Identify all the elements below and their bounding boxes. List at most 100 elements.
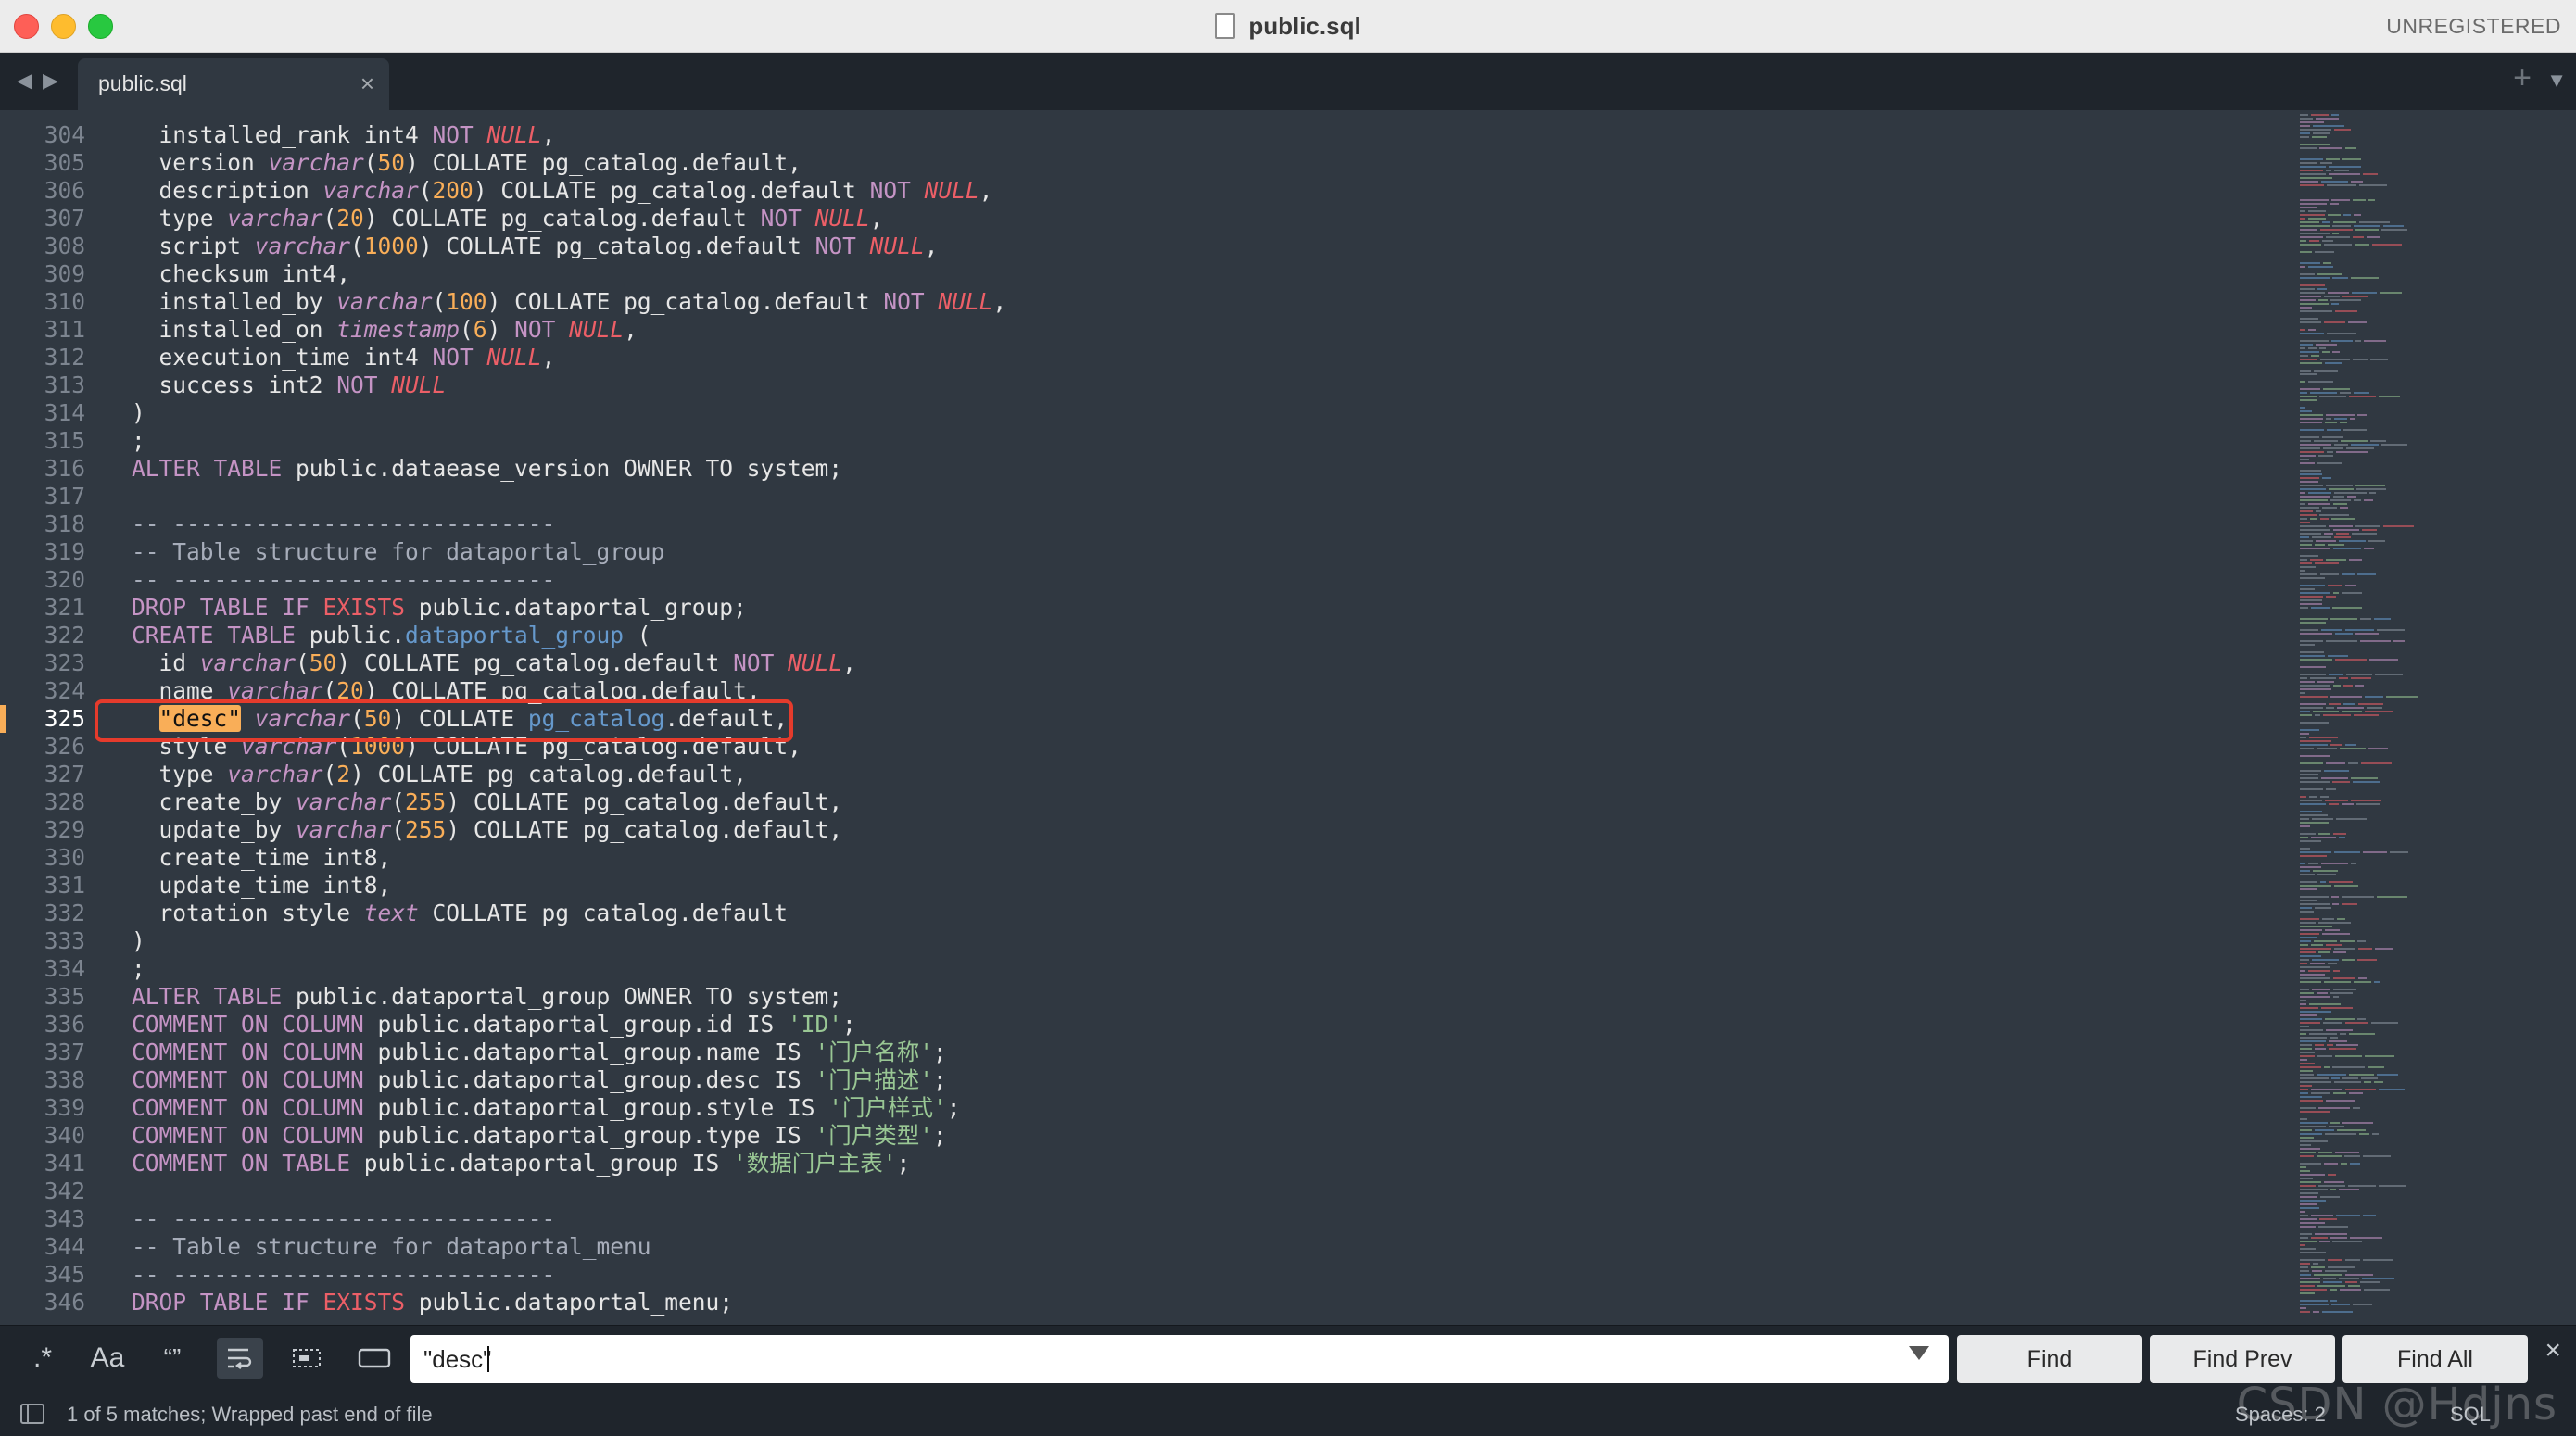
minimap-line — [2300, 455, 2316, 457]
code-line[interactable]: 331 update_time int8, — [0, 872, 2279, 900]
minimap-line — [2300, 951, 2316, 953]
minimap-line — [2300, 959, 2309, 961]
regex-toggle[interactable]: .* — [22, 1338, 63, 1379]
minimap-line — [2343, 685, 2353, 687]
code-token: installed_by — [132, 288, 337, 315]
minimap-line — [2300, 1129, 2312, 1131]
minimap-line — [2358, 977, 2367, 979]
code-token: -- ---------------------------- — [132, 1261, 556, 1288]
minimap-line — [2300, 977, 2330, 979]
minimap-line — [2300, 429, 2324, 431]
code-line[interactable]: 337 COMMENT ON COLUMN public.dataportal_g… — [0, 1039, 2279, 1066]
find-input[interactable]: "desc" — [410, 1335, 1949, 1383]
code-line[interactable]: 344 -- Table structure for dataportal_men… — [0, 1233, 2279, 1261]
code-line[interactable]: 345 -- ---------------------------- — [0, 1261, 2279, 1289]
minimap-line — [2372, 1133, 2379, 1135]
code-line[interactable]: 342 — [0, 1178, 2279, 1205]
minimap-line — [2300, 1089, 2308, 1090]
code-line[interactable]: 333) — [0, 927, 2279, 955]
in-selection-toggle[interactable] — [284, 1338, 330, 1379]
code-line[interactable]: 346 DROP TABLE IF EXISTS public.dataporta… — [0, 1289, 2279, 1316]
code-line[interactable]: 307 type varchar(20) COLLATE pg_catalog.… — [0, 205, 2279, 233]
chevron-down-icon[interactable]: ▼ — [2546, 69, 2567, 93]
code-line[interactable]: 312 execution_time int4 NOT NULL, — [0, 344, 2279, 372]
code-line[interactable]: 314) — [0, 399, 2279, 427]
minimap-line — [2332, 781, 2350, 783]
find-history-chevron-icon[interactable] — [1909, 1346, 1929, 1360]
line-number: 319 — [44, 538, 85, 565]
find-all-button[interactable]: Find All — [2342, 1335, 2528, 1383]
minimap[interactable] — [2298, 110, 2557, 1324]
code-line[interactable]: 327 type varchar(2) COLLATE pg_catalog.d… — [0, 761, 2279, 788]
minimap-line — [2360, 618, 2371, 620]
code-line[interactable]: 322 CREATE TABLE public.dataportal_group … — [0, 622, 2279, 649]
code-line[interactable]: 309 checksum int4, — [0, 260, 2279, 288]
code-line[interactable]: 341 COMMENT ON TABLE public.dataportal_gr… — [0, 1150, 2279, 1178]
code-line[interactable]: 316 ALTER TABLE public.dataease_version O… — [0, 455, 2279, 483]
code-token: update_time int8, — [132, 872, 392, 899]
minimap-line — [2300, 262, 2320, 264]
minimap-line — [2351, 863, 2356, 864]
case-sensitive-toggle[interactable]: Aa — [85, 1338, 130, 1379]
minimap-line — [2300, 299, 2316, 301]
code-line[interactable]: 329 update_by varchar(255) COLLATE pg_ca… — [0, 816, 2279, 844]
code-line[interactable]: 336 COMMENT ON COLUMN public.dataportal_g… — [0, 1011, 2279, 1039]
code-line[interactable]: 305 version varchar(50) COLLATE pg_catal… — [0, 149, 2279, 177]
code-line[interactable]: 330 create_time int8, — [0, 844, 2279, 872]
plus-icon[interactable]: + — [2513, 60, 2532, 96]
close-icon[interactable]: × — [2544, 1335, 2561, 1367]
code-line[interactable]: 339 COMMENT ON COLUMN public.dataportal_g… — [0, 1094, 2279, 1122]
minimap-line — [2324, 1066, 2330, 1068]
wrap-toggle[interactable] — [217, 1338, 263, 1379]
code-line[interactable]: 323 id varchar(50) COLLATE pg_catalog.de… — [0, 649, 2279, 677]
code-editor[interactable]: 304 installed_rank int4 NOT NULL, 305 ver… — [0, 110, 2576, 1324]
code-line[interactable]: 310 installed_by varchar(100) COLLATE pg… — [0, 288, 2279, 316]
code-token: ( — [418, 177, 433, 204]
find-prev-button[interactable]: Find Prev — [2150, 1335, 2335, 1383]
line-number: 331 — [44, 872, 85, 899]
code-line[interactable]: 338 COMMENT ON COLUMN public.dataportal_g… — [0, 1066, 2279, 1094]
code-line[interactable]: 320 -- ---------------------------- — [0, 566, 2279, 594]
code-line[interactable]: 343 -- ---------------------------- — [0, 1205, 2279, 1233]
code-line[interactable]: 319 -- Table structure for dataportal_gro… — [0, 538, 2279, 566]
chevron-right-icon[interactable]: ▶ — [43, 69, 58, 93]
tab-public-sql[interactable]: public.sql × — [78, 58, 389, 110]
highlight-matches-toggle[interactable] — [348, 1338, 400, 1379]
chevron-left-icon[interactable]: ◀ — [17, 69, 32, 93]
code-line[interactable]: 311 installed_on timestamp(6) NOT NULL, — [0, 316, 2279, 344]
code-token: COMMENT ON COLUMN — [132, 1011, 364, 1038]
minimap-line — [2300, 121, 2324, 123]
minimap-line — [2300, 688, 2331, 690]
code-line[interactable]: 334; — [0, 955, 2279, 983]
code-line[interactable]: 340 COMMENT ON COLUMN public.dataportal_g… — [0, 1122, 2279, 1150]
minimap-line — [2349, 1092, 2363, 1094]
sidebar-toggle-icon[interactable] — [20, 1404, 44, 1424]
code-line[interactable]: 318 -- ---------------------------- — [0, 510, 2279, 538]
code-line[interactable]: 308 script varchar(1000) COLLATE pg_cata… — [0, 233, 2279, 260]
find-button[interactable]: Find — [1957, 1335, 2142, 1383]
code-line[interactable]: 313 success int2 NOT NULL — [0, 372, 2279, 399]
close-icon[interactable]: × — [360, 69, 374, 98]
minimap-line — [2328, 292, 2349, 294]
whole-word-toggle[interactable]: “” — [150, 1338, 195, 1379]
code-line[interactable]: 304 installed_rank int4 NOT NULL, — [0, 121, 2279, 149]
code-line[interactable]: 332 rotation_style text COLLATE pg_catal… — [0, 900, 2279, 927]
minimap-line — [2364, 1081, 2371, 1083]
minimap-line — [2300, 618, 2328, 620]
line-number: 322 — [44, 622, 85, 649]
minimap-line — [2318, 1226, 2348, 1228]
code-line[interactable]: 317 — [0, 483, 2279, 510]
code-line[interactable]: 335 ALTER TABLE public.dataportal_group O… — [0, 983, 2279, 1011]
code-line[interactable]: 306 description varchar(200) COLLATE pg_… — [0, 177, 2279, 205]
code-line[interactable]: 315; — [0, 427, 2279, 455]
code-text: COMMENT ON COLUMN public.dataportal_grou… — [132, 1011, 856, 1039]
code-line[interactable]: 321 DROP TABLE IF EXISTS public.dataporta… — [0, 594, 2279, 622]
minimap-line — [2327, 184, 2356, 186]
minimap-line — [2362, 1278, 2394, 1279]
code-token: NOT — [883, 288, 925, 315]
scrollbar[interactable] — [2561, 110, 2576, 1324]
code-token: ) COLLATE pg_catalog.default — [336, 649, 734, 676]
minimap-line — [2300, 166, 2326, 168]
code-line[interactable]: 328 create_by varchar(255) COLLATE pg_ca… — [0, 788, 2279, 816]
minimap-line — [2300, 1181, 2321, 1183]
